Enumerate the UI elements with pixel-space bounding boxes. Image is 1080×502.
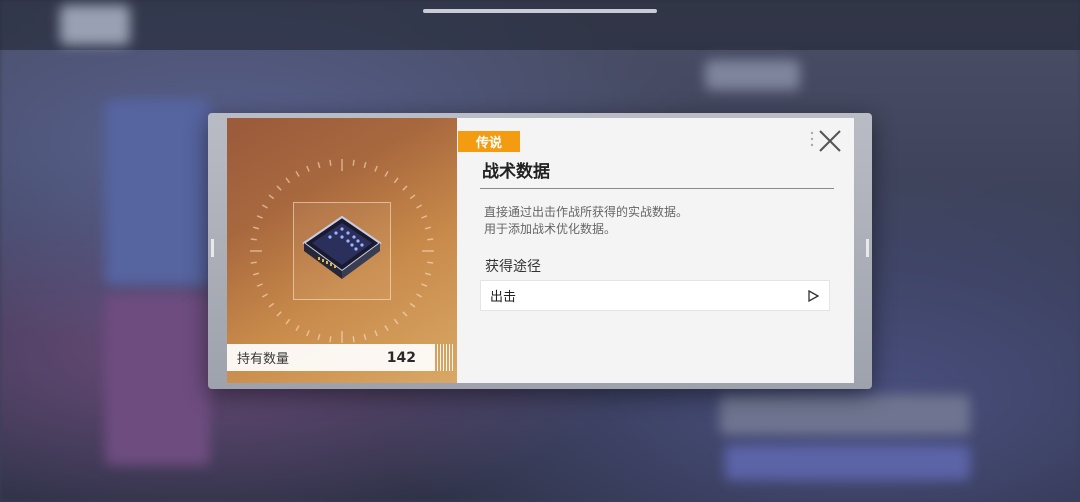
ring-tick [276, 185, 282, 191]
background-blob [720, 395, 970, 435]
data-chip-icon [302, 215, 382, 279]
background-blob [60, 5, 130, 45]
play-icon [808, 289, 819, 302]
ring-tick [427, 261, 434, 264]
ring-tick [285, 318, 291, 325]
background-top-bar [0, 0, 1080, 50]
ring-tick [261, 293, 268, 298]
ring-tick [416, 204, 423, 209]
ring-tick [409, 302, 416, 308]
count-bar-stripes [434, 344, 454, 371]
ring-tick [424, 226, 432, 230]
owned-count-label: 持有数量 [237, 352, 290, 367]
ring-tick [427, 238, 434, 241]
ring-tick [317, 333, 321, 341]
drag-dots-icon [810, 131, 814, 147]
ring-tick [402, 311, 408, 317]
ring-tick [256, 283, 263, 287]
background-blob [705, 60, 800, 90]
owned-count-value: 142 [386, 349, 416, 366]
ring-tick [306, 165, 310, 172]
ring-tick [402, 185, 408, 191]
background-blob [105, 295, 210, 465]
ring-tick [421, 215, 428, 219]
acquisition-source-sortie[interactable]: 出击 [480, 280, 830, 311]
ring-tick [374, 165, 378, 172]
owned-count-bar: 持有数量 142 [227, 344, 434, 371]
ring-tick [363, 333, 367, 341]
ring-tick [256, 215, 263, 219]
ring-tick [285, 177, 291, 184]
frame-edge-mark [211, 239, 214, 257]
rarity-badge: 传说 [458, 131, 520, 152]
acquisition-source-label: 出击 [490, 290, 517, 305]
title-divider [480, 188, 834, 189]
acquisition-heading: 获得途径 [485, 259, 541, 275]
close-icon[interactable] [817, 128, 843, 154]
background-blob [105, 100, 210, 285]
background-blob [725, 445, 970, 480]
ring-tick [421, 283, 428, 287]
item-card: 持有数量 142 [227, 118, 457, 383]
ring-tick [352, 336, 355, 343]
ring-tick [261, 204, 268, 209]
ring-tick [424, 272, 432, 276]
ring-tick [250, 261, 257, 264]
ring-tick [363, 161, 367, 169]
ring-tick [384, 170, 389, 177]
ring-tick [409, 194, 416, 200]
item-name: 战术数据 [482, 162, 550, 182]
ring-tick [416, 293, 423, 298]
ring-tick [306, 330, 310, 337]
item-description: 直接通过出击作战所获得的实战数据。 用于添加战术优化数据。 [484, 204, 688, 238]
ring-tick [250, 238, 257, 241]
ring-tick [252, 226, 260, 230]
ring-tick [295, 325, 300, 332]
ring-tick [252, 272, 260, 276]
ring-tick [384, 325, 389, 332]
item-description-line: 用于添加战术优化数据。 [484, 222, 617, 236]
frame-edge-mark [866, 239, 869, 257]
ring-tick [317, 161, 321, 169]
ring-tick [352, 159, 355, 166]
ring-tick [295, 170, 300, 177]
ring-tick [393, 177, 399, 184]
ring-tick [393, 318, 399, 325]
ring-tick [374, 330, 378, 337]
ring-tick [268, 302, 275, 308]
ring-tick [329, 159, 332, 166]
ring-tick [268, 194, 275, 200]
ring-tick [276, 311, 282, 317]
item-description-line: 直接通过出击作战所获得的实战数据。 [484, 205, 689, 219]
home-indicator[interactable] [423, 9, 657, 13]
ring-tick [329, 336, 332, 343]
